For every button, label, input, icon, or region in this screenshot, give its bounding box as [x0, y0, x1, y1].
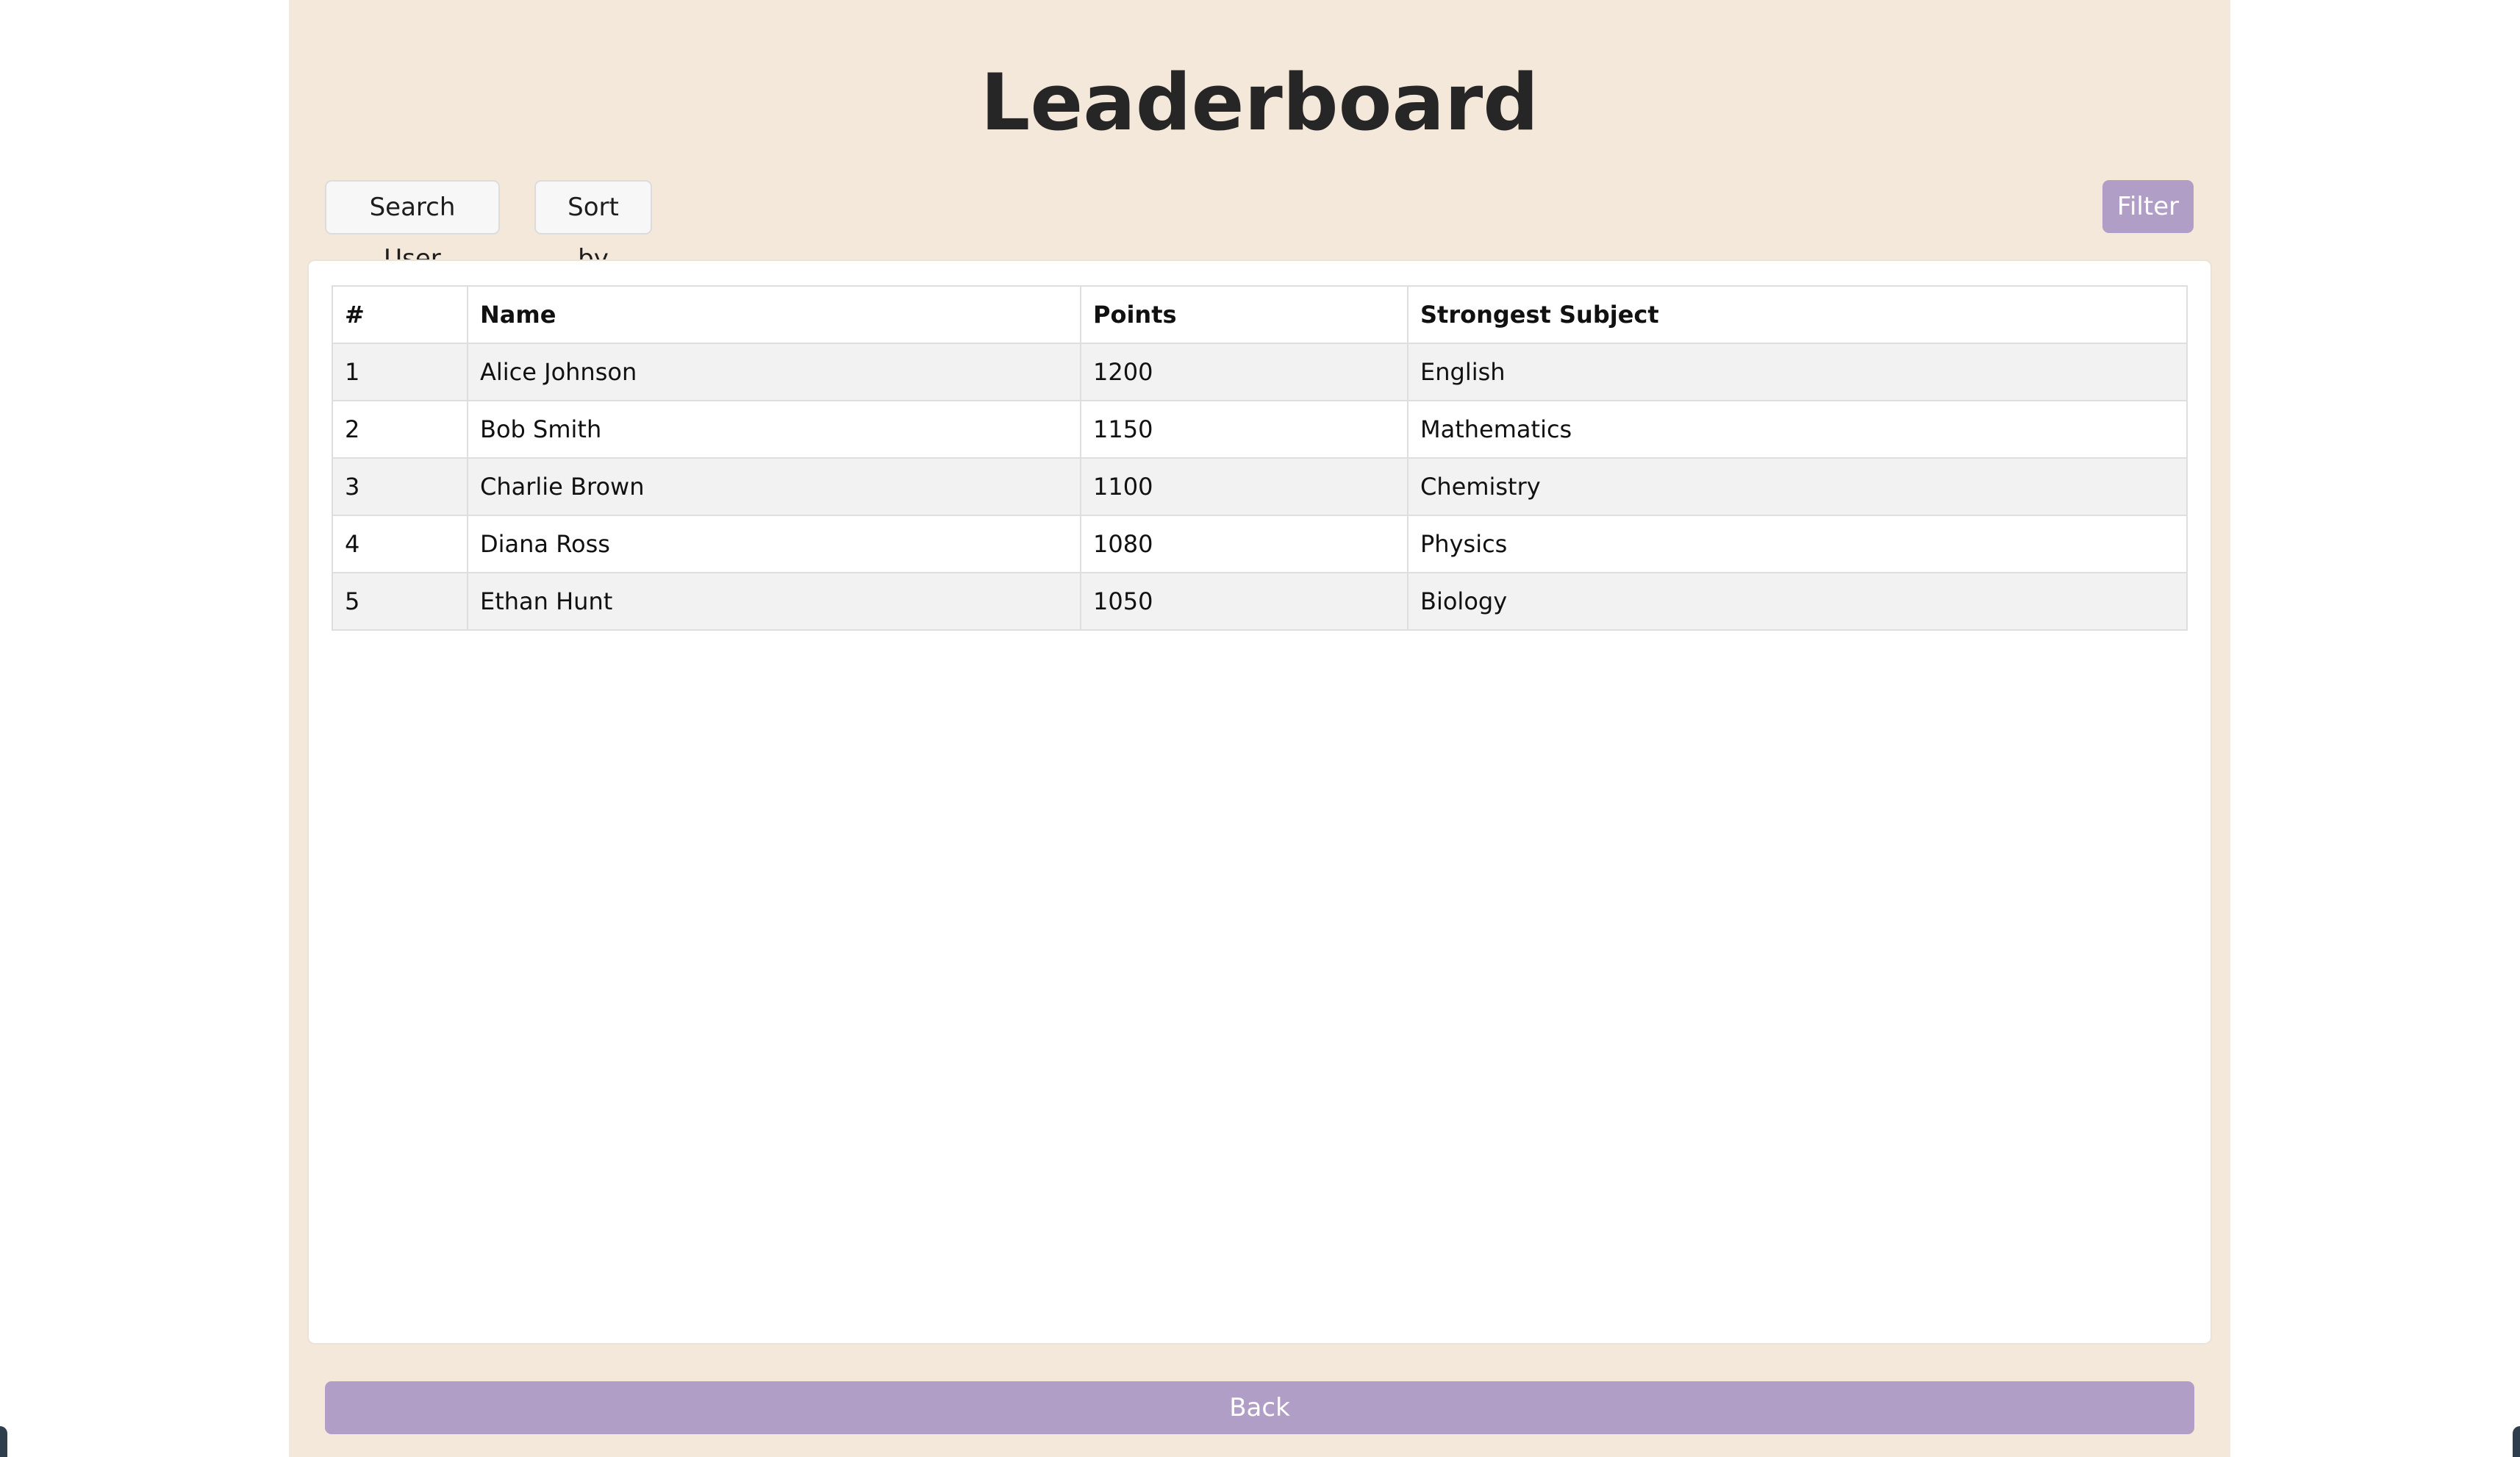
cell-subject: Biology — [1407, 572, 2188, 631]
cell-points: 1050 — [1080, 572, 1408, 631]
cell-points: 1080 — [1080, 515, 1408, 573]
cell-rank: 2 — [332, 400, 468, 459]
back-button[interactable]: Back — [325, 1381, 2194, 1434]
leaderboard-panel: Leaderboard Search User Sort by Filter #… — [289, 0, 2230, 1457]
cell-name: Bob Smith — [467, 400, 1081, 459]
column-header-rank: # — [332, 285, 468, 344]
cell-points: 1150 — [1080, 400, 1408, 459]
table-row: 3 Charlie Brown 1100 Chemistry — [332, 457, 2188, 516]
leaderboard-table: # Name Points Strongest Subject 1 Alice … — [332, 285, 2188, 631]
cell-name: Alice Johnson — [467, 343, 1081, 401]
table-row: 4 Diana Ross 1080 Physics — [332, 515, 2188, 573]
sort-by-button[interactable]: Sort by — [534, 180, 652, 273]
column-header-name: Name — [467, 285, 1081, 344]
table-row: 2 Bob Smith 1150 Mathematics — [332, 400, 2188, 459]
cell-rank: 4 — [332, 515, 468, 573]
window-corner-right — [2513, 1426, 2520, 1457]
cell-points: 1100 — [1080, 457, 1408, 516]
cell-name: Charlie Brown — [467, 457, 1081, 516]
cell-subject: Physics — [1407, 515, 2188, 573]
column-header-points: Points — [1080, 285, 1408, 344]
cell-name: Ethan Hunt — [467, 572, 1081, 631]
cell-rank: 1 — [332, 343, 468, 401]
table-row: 1 Alice Johnson 1200 English — [332, 343, 2188, 401]
search-user-button[interactable]: Search User — [325, 180, 500, 273]
page: Leaderboard Search User Sort by Filter #… — [0, 0, 2520, 1457]
cell-subject: Chemistry — [1407, 457, 2188, 516]
window-corner-left — [0, 1426, 7, 1457]
leaderboard-card: # Name Points Strongest Subject 1 Alice … — [307, 259, 2212, 1345]
cell-rank: 5 — [332, 572, 468, 631]
cell-points: 1200 — [1080, 343, 1408, 401]
cell-name: Diana Ross — [467, 515, 1081, 573]
page-title: Leaderboard — [980, 57, 1539, 148]
cell-subject: Mathematics — [1407, 400, 2188, 459]
table-header-row: # Name Points Strongest Subject — [332, 285, 2188, 344]
filter-button[interactable]: Filter — [2102, 180, 2194, 233]
cell-rank: 3 — [332, 457, 468, 516]
table-row: 5 Ethan Hunt 1050 Biology — [332, 572, 2188, 631]
column-header-strongest-subject: Strongest Subject — [1407, 285, 2188, 344]
cell-subject: English — [1407, 343, 2188, 401]
